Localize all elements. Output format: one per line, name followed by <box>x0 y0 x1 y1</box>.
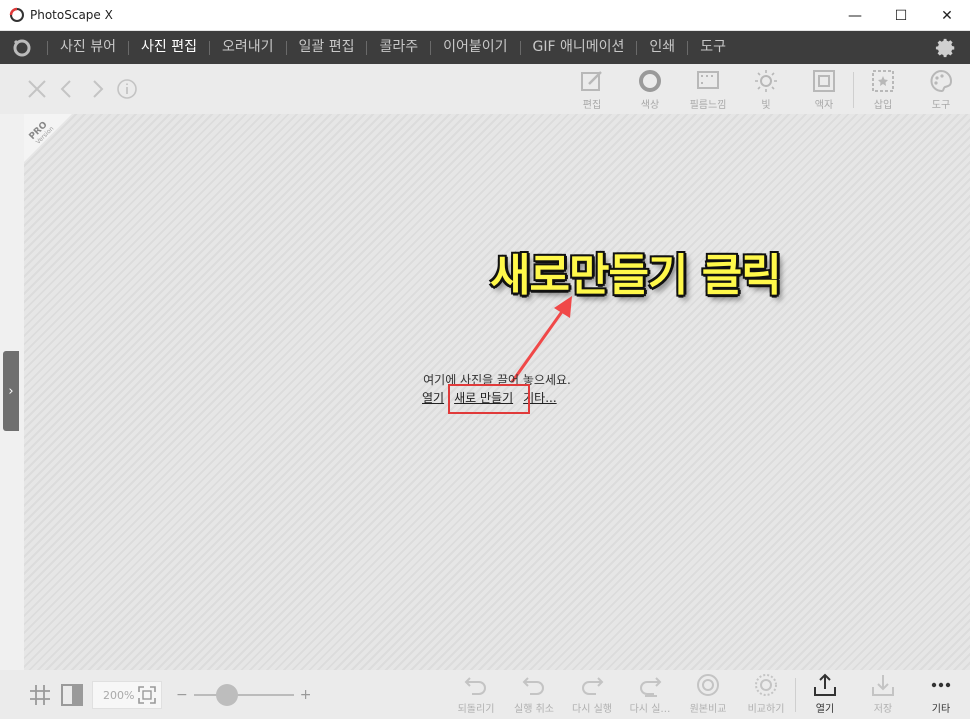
bottom-tool-label: 다시 실행 <box>572 704 612 715</box>
main-menu-bar: 사진 뷰어 사진 편집 오려내기 일괄 편집 콜라주 이어붙이기 GIF 애니메… <box>0 31 970 64</box>
tool-label: 도구 <box>931 100 951 111</box>
redo-icon <box>582 677 604 695</box>
bottom-tool-label: 실행 취소 <box>514 704 554 715</box>
tool-film[interactable]: 필름느낌 <box>679 68 737 114</box>
close-icon[interactable] <box>26 78 48 100</box>
insert-icon <box>872 70 894 92</box>
compare-original-button[interactable]: 원본비교 <box>679 672 737 718</box>
bottom-action-label: 기타 <box>931 704 951 715</box>
grid-icon[interactable] <box>28 683 52 707</box>
bottom-tool-label: 원본비교 <box>689 704 727 715</box>
pro-version-badge: PRO Version <box>24 114 72 162</box>
bottom-tool-label: 비교하기 <box>747 704 785 715</box>
tool-insert[interactable]: 삽입 <box>854 68 912 114</box>
tool-label: 삽입 <box>873 100 893 111</box>
tools-palette-icon <box>930 69 953 93</box>
window-title: PhotoScape X <box>30 8 113 22</box>
menu-combine[interactable]: 이어붙이기 <box>431 31 519 64</box>
zoom-value: 200% <box>103 688 135 702</box>
bottom-action-label: 열기 <box>815 704 835 715</box>
open-link[interactable]: 열기 <box>422 389 444 406</box>
undo-all-button[interactable]: 실행 취소 <box>505 672 563 718</box>
tool-label: 빛 <box>761 100 771 111</box>
bottom-toolbar: 200% − + 되돌리기 실행 취소 다시 실행 다시 실… 원본비교 비교하… <box>0 670 970 719</box>
more-button[interactable]: 기타 <box>912 672 970 718</box>
menu-cut-out[interactable]: 오려내기 <box>210 31 286 64</box>
tool-label: 편집 <box>582 100 602 111</box>
zoom-slider[interactable]: − + <box>176 684 312 706</box>
zoom-slider-track[interactable] <box>193 684 294 706</box>
save-button[interactable]: 저장 <box>854 672 912 718</box>
home-logo-icon[interactable] <box>11 37 33 59</box>
next-icon[interactable] <box>86 78 108 100</box>
redo-button[interactable]: 다시 실행 <box>563 672 621 718</box>
title-bar: PhotoScape X — ☐ ✕ <box>0 0 970 31</box>
close-button[interactable]: ✕ <box>924 0 970 31</box>
zoom-out-button[interactable]: − <box>176 687 188 703</box>
tool-frame[interactable]: 액자 <box>795 68 853 114</box>
menu-photo-editor[interactable]: 사진 편집 <box>129 31 209 64</box>
maximize-button[interactable]: ☐ <box>878 0 924 31</box>
menu-gif-animation[interactable]: GIF 애니메이션 <box>521 31 637 64</box>
previous-icon[interactable] <box>56 78 78 100</box>
save-download-icon <box>872 675 894 696</box>
tool-tools[interactable]: 도구 <box>912 68 970 114</box>
zoom-in-button[interactable]: + <box>300 687 312 703</box>
tool-label: 색상 <box>640 100 660 111</box>
tool-edit[interactable]: 편집 <box>563 68 621 114</box>
tool-label: 필름느낌 <box>689 100 727 111</box>
tool-light[interactable]: 빛 <box>737 68 795 114</box>
side-panel-toggle[interactable]: › <box>3 351 19 431</box>
photoscape-logo-icon <box>9 7 24 22</box>
open-upload-icon <box>814 673 836 696</box>
redo-all-button[interactable]: 다시 실… <box>621 672 679 718</box>
menu-collage[interactable]: 콜라주 <box>367 31 430 64</box>
light-icon <box>755 70 777 92</box>
film-icon <box>697 71 719 89</box>
zoom-level-display[interactable]: 200% <box>92 681 162 709</box>
menu-photo-viewer[interactable]: 사진 뷰어 <box>48 31 128 64</box>
compare-button[interactable]: 비교하기 <box>737 672 795 718</box>
more-icon <box>931 682 951 688</box>
editor-toolbar: 편집 색상 필름느낌 빛 액자 삽입 도구 <box>0 64 970 114</box>
zoom-slider-thumb[interactable] <box>215 684 238 706</box>
bottom-action-label: 저장 <box>873 704 893 715</box>
gear-icon[interactable] <box>935 37 957 59</box>
bottom-tool-label: 다시 실… <box>629 704 671 715</box>
edit-icon <box>581 71 602 91</box>
redo-all-icon <box>640 677 662 697</box>
bottom-tool-label: 되돌리기 <box>457 704 495 715</box>
frame-icon <box>813 70 835 92</box>
drop-canvas[interactable]: PRO Version 새로만들기 클릭 여기에 사진을 끌어 놓으세요. 열기… <box>24 114 970 670</box>
menu-tools[interactable]: 도구 <box>688 31 738 64</box>
undo-icon <box>464 677 486 695</box>
open-button[interactable]: 열기 <box>796 672 854 718</box>
tool-label: 액자 <box>814 100 834 111</box>
tool-color[interactable]: 색상 <box>621 68 679 114</box>
compare-original-icon <box>697 674 719 696</box>
minimize-button[interactable]: — <box>832 0 878 31</box>
menu-print[interactable]: 인쇄 <box>637 31 687 64</box>
undo-all-icon <box>522 677 544 695</box>
undo-button[interactable]: 되돌리기 <box>447 672 505 718</box>
color-icon <box>639 70 661 92</box>
info-icon[interactable] <box>116 78 138 100</box>
fit-screen-icon[interactable] <box>137 685 157 705</box>
menu-batch-editor[interactable]: 일괄 편집 <box>287 31 367 64</box>
split-view-icon[interactable] <box>60 683 84 707</box>
highlight-box <box>448 384 530 414</box>
compare-icon <box>755 674 777 696</box>
